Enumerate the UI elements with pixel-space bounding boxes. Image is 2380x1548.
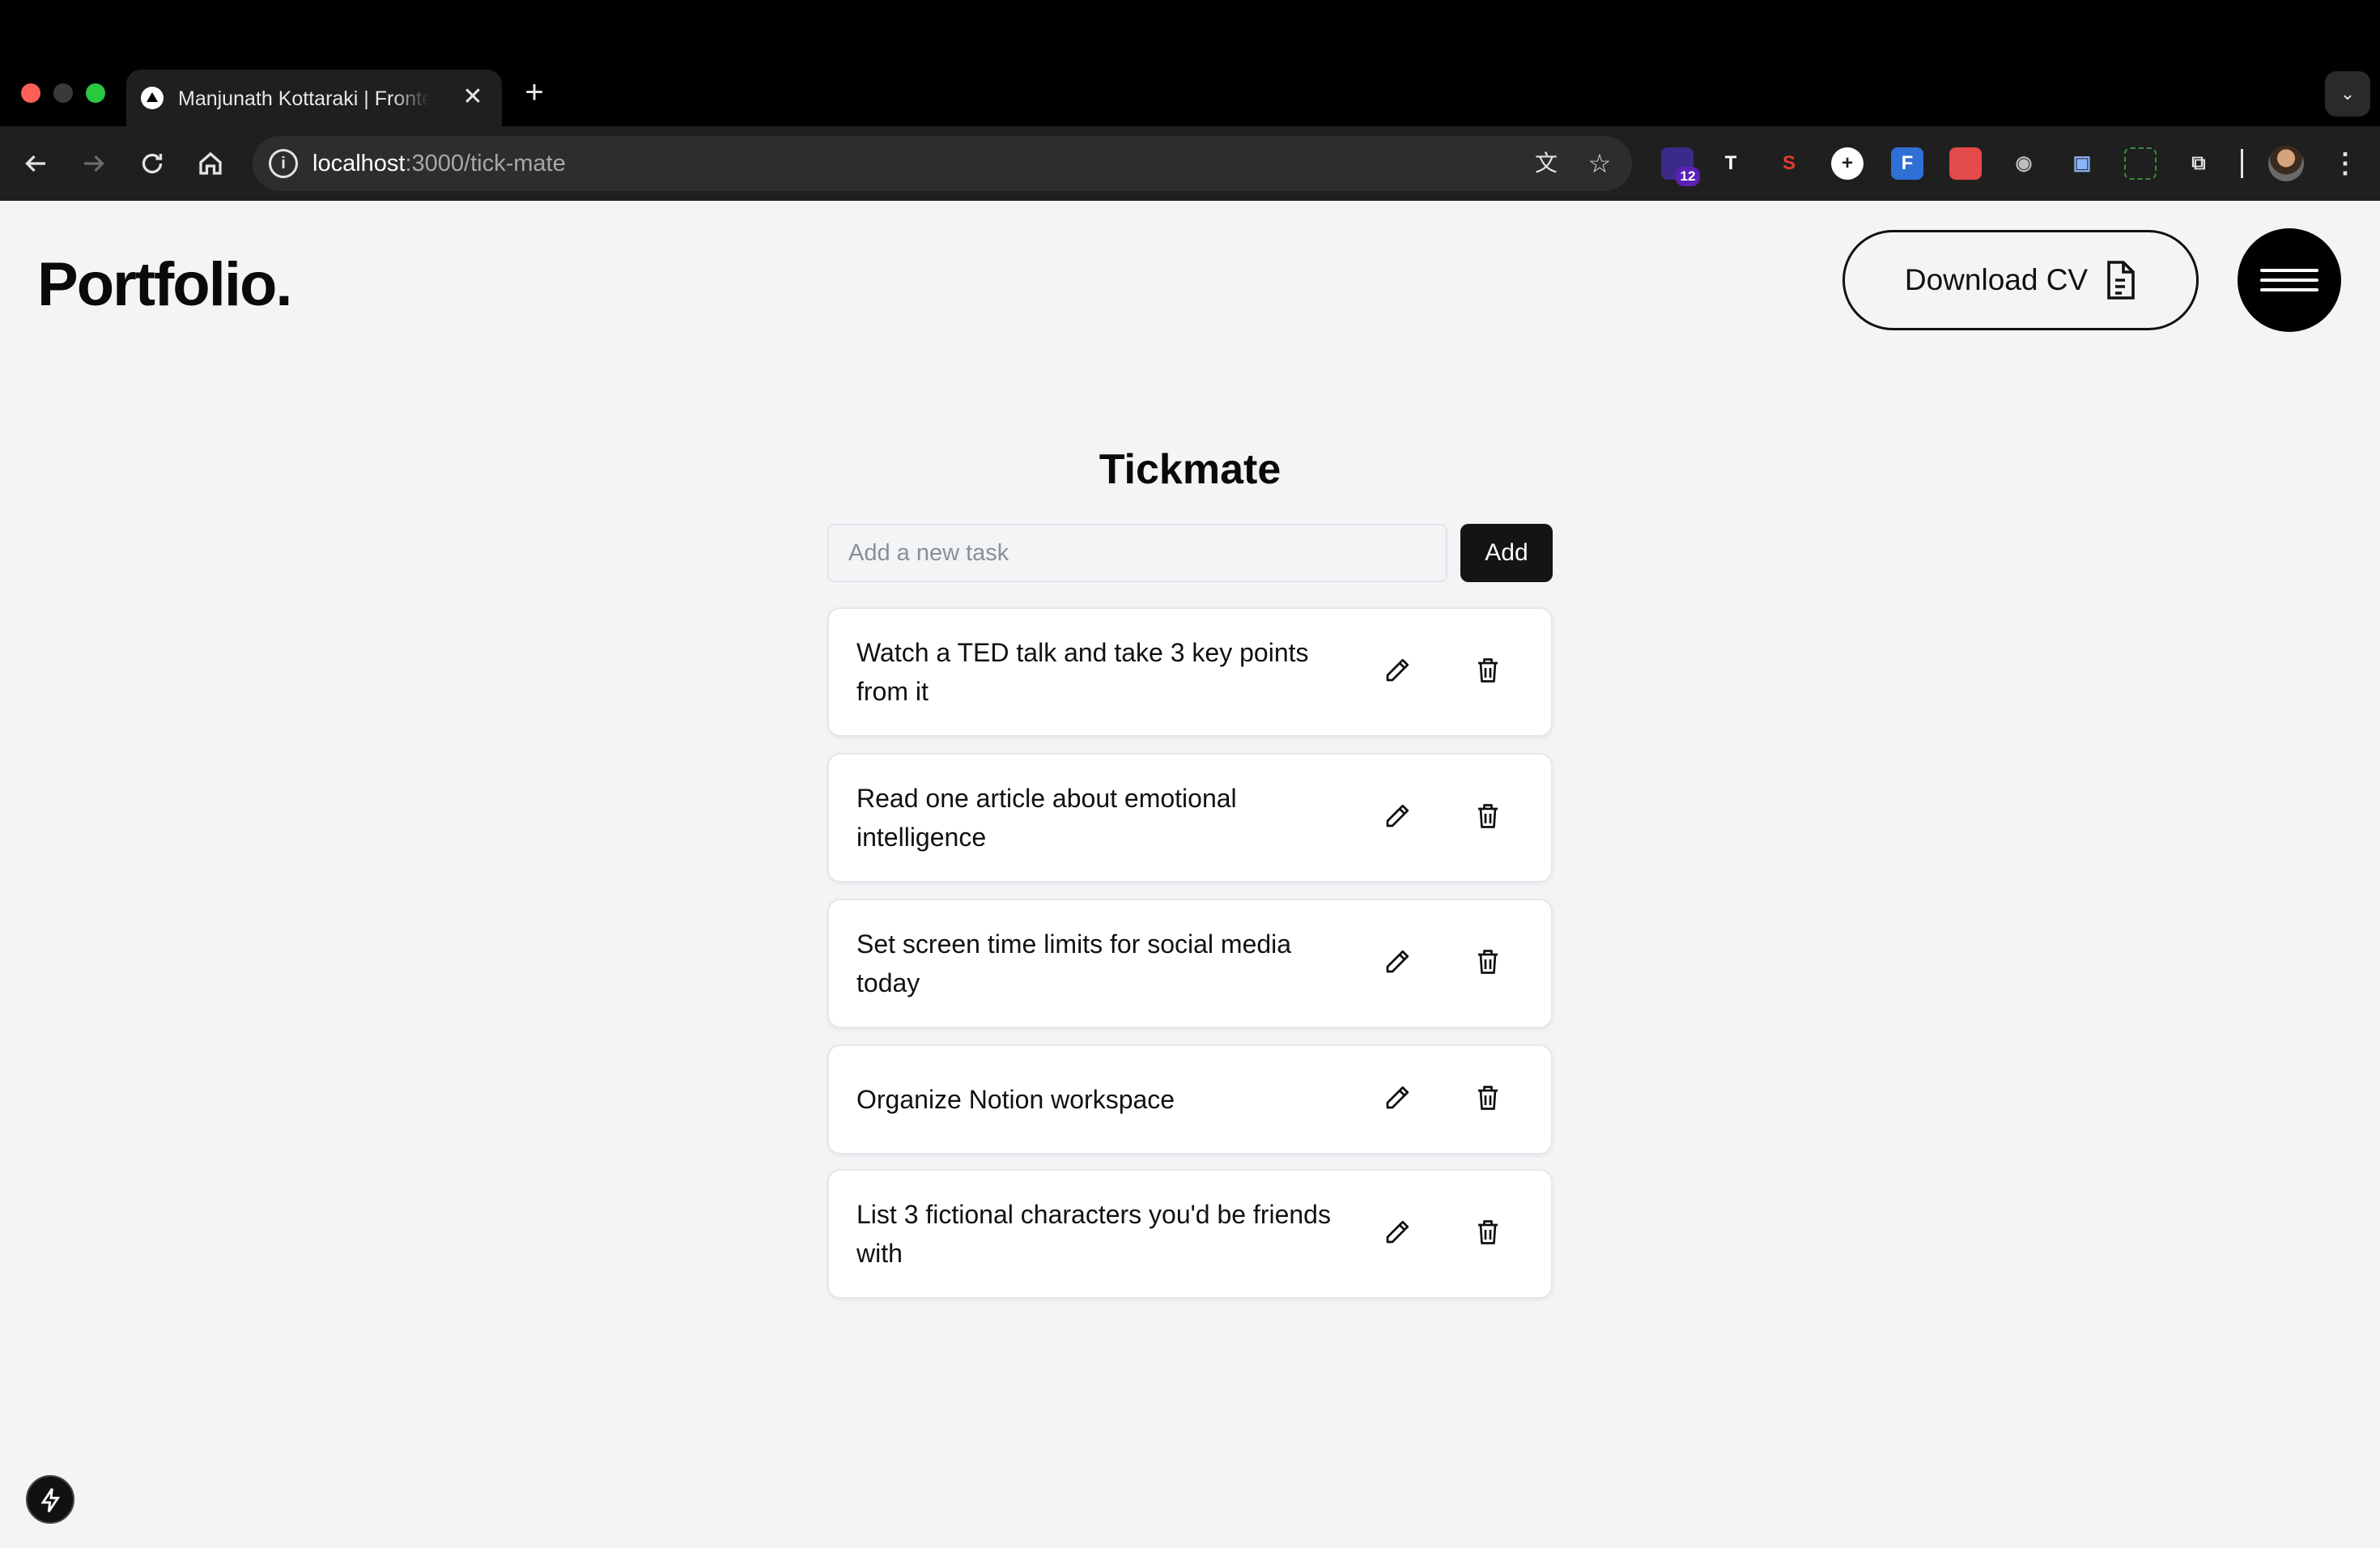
trash-icon — [1473, 947, 1502, 980]
camera-icon[interactable]: ◉ — [2008, 147, 2040, 180]
triangle-favicon-icon — [141, 87, 164, 109]
task-item[interactable]: Set screen time limits for social media … — [827, 899, 1553, 1028]
app-title: Tickmate — [1099, 446, 1281, 493]
nextjs-dev-indicator[interactable] — [26, 1475, 74, 1524]
task-text: Watch a TED talk and take 3 key points f… — [856, 638, 1309, 706]
delete-task-button[interactable] — [1465, 1077, 1511, 1122]
trash-icon — [1473, 656, 1502, 689]
task-item[interactable]: Watch a TED talk and take 3 key points f… — [827, 607, 1553, 737]
pencil-icon — [1383, 1083, 1412, 1116]
edit-task-button[interactable] — [1375, 649, 1420, 695]
site-logo[interactable]: Portfolio. — [37, 249, 293, 320]
bookmark-star-icon[interactable]: ☆ — [1583, 147, 1616, 180]
extensions-puzzle-icon[interactable]: ⧉ — [2182, 147, 2215, 180]
task-item[interactable]: List 3 fictional characters you'd be fri… — [827, 1169, 1553, 1299]
task-text: Read one article about emotional intelli… — [856, 784, 1237, 852]
pencil-icon — [1383, 947, 1412, 980]
delete-task-button[interactable] — [1465, 649, 1511, 695]
browser-toolbar: i localhost:3000/tick-mate 文 ☆ 12 T S + … — [0, 126, 2380, 201]
image-extension-icon[interactable]: ▣ — [2066, 147, 2098, 180]
forward-button[interactable] — [74, 144, 113, 183]
download-cv-label: Download CV — [1904, 263, 2089, 296]
task-text: Set screen time limits for social media … — [856, 929, 1292, 997]
screenshot-extension-icon[interactable] — [2124, 147, 2157, 180]
delete-task-button[interactable] — [1465, 1211, 1511, 1257]
toolbar-divider — [2241, 149, 2243, 178]
extension-plus-icon[interactable]: + — [1831, 147, 1864, 180]
extension-badge: 12 — [1676, 167, 1700, 186]
close-tab-icon[interactable]: ✕ — [457, 81, 489, 113]
pencil-icon — [1383, 1218, 1412, 1251]
minimize-window-button[interactable] — [53, 83, 73, 103]
back-button[interactable] — [16, 144, 55, 183]
pencil-icon — [1383, 802, 1412, 835]
browser-tab[interactable]: Manjunath Kottaraki | Frontend Developer… — [126, 70, 502, 126]
page: Portfolio. Download CV Tickmate Add Watc… — [0, 201, 2380, 1548]
trash-icon — [1473, 1218, 1502, 1251]
edit-task-button[interactable] — [1375, 941, 1420, 986]
lightning-icon — [40, 1488, 61, 1512]
delete-task-button[interactable] — [1465, 795, 1511, 840]
home-button[interactable] — [191, 144, 230, 183]
edit-task-button[interactable] — [1375, 795, 1420, 840]
extension-s-icon[interactable]: S — [1773, 147, 1805, 180]
edit-task-button[interactable] — [1375, 1211, 1420, 1257]
browser-menu-icon[interactable]: ⋮ — [2331, 146, 2359, 181]
reload-button[interactable] — [133, 144, 172, 183]
profile-avatar[interactable] — [2268, 146, 2304, 181]
extension-overlay-icon[interactable] — [1949, 147, 1982, 180]
address-bar[interactable]: i localhost:3000/tick-mate 文 ☆ — [253, 136, 1632, 191]
tab-search-button[interactable]: ⌄ — [2325, 71, 2370, 117]
maximize-window-button[interactable] — [86, 83, 105, 103]
new-tab-button[interactable]: + — [518, 74, 550, 110]
hamburger-menu-button[interactable] — [2238, 228, 2341, 332]
task-item[interactable]: Organize Notion workspace — [827, 1044, 1553, 1155]
browser-titlebar: Manjunath Kottaraki | Frontend Developer… — [0, 0, 2380, 126]
task-text: Organize Notion workspace — [856, 1085, 1175, 1114]
extension-f-icon[interactable]: F — [1891, 147, 1923, 180]
extension-hat-icon[interactable]: 12 — [1661, 147, 1700, 186]
tab-title: Manjunath Kottaraki | Frontend Developer — [178, 87, 429, 110]
edit-task-button[interactable] — [1375, 1077, 1420, 1122]
task-item[interactable]: Read one article about emotional intelli… — [827, 753, 1553, 882]
add-task-button[interactable]: Add — [1460, 524, 1553, 582]
pencil-icon — [1383, 656, 1412, 689]
download-cv-button[interactable]: Download CV — [1842, 230, 2199, 330]
close-window-button[interactable] — [21, 83, 40, 103]
extension-t-icon[interactable]: T — [1715, 147, 1747, 180]
translate-icon[interactable]: 文 — [1530, 147, 1562, 180]
trash-icon — [1473, 802, 1502, 835]
task-text: List 3 fictional characters you'd be fri… — [856, 1200, 1331, 1268]
delete-task-button[interactable] — [1465, 941, 1511, 986]
url-text: localhost:3000/tick-mate — [312, 151, 566, 176]
trash-icon — [1473, 1083, 1502, 1116]
document-icon — [2107, 261, 2135, 300]
site-info-icon[interactable]: i — [269, 149, 298, 178]
new-task-input[interactable] — [827, 524, 1447, 582]
